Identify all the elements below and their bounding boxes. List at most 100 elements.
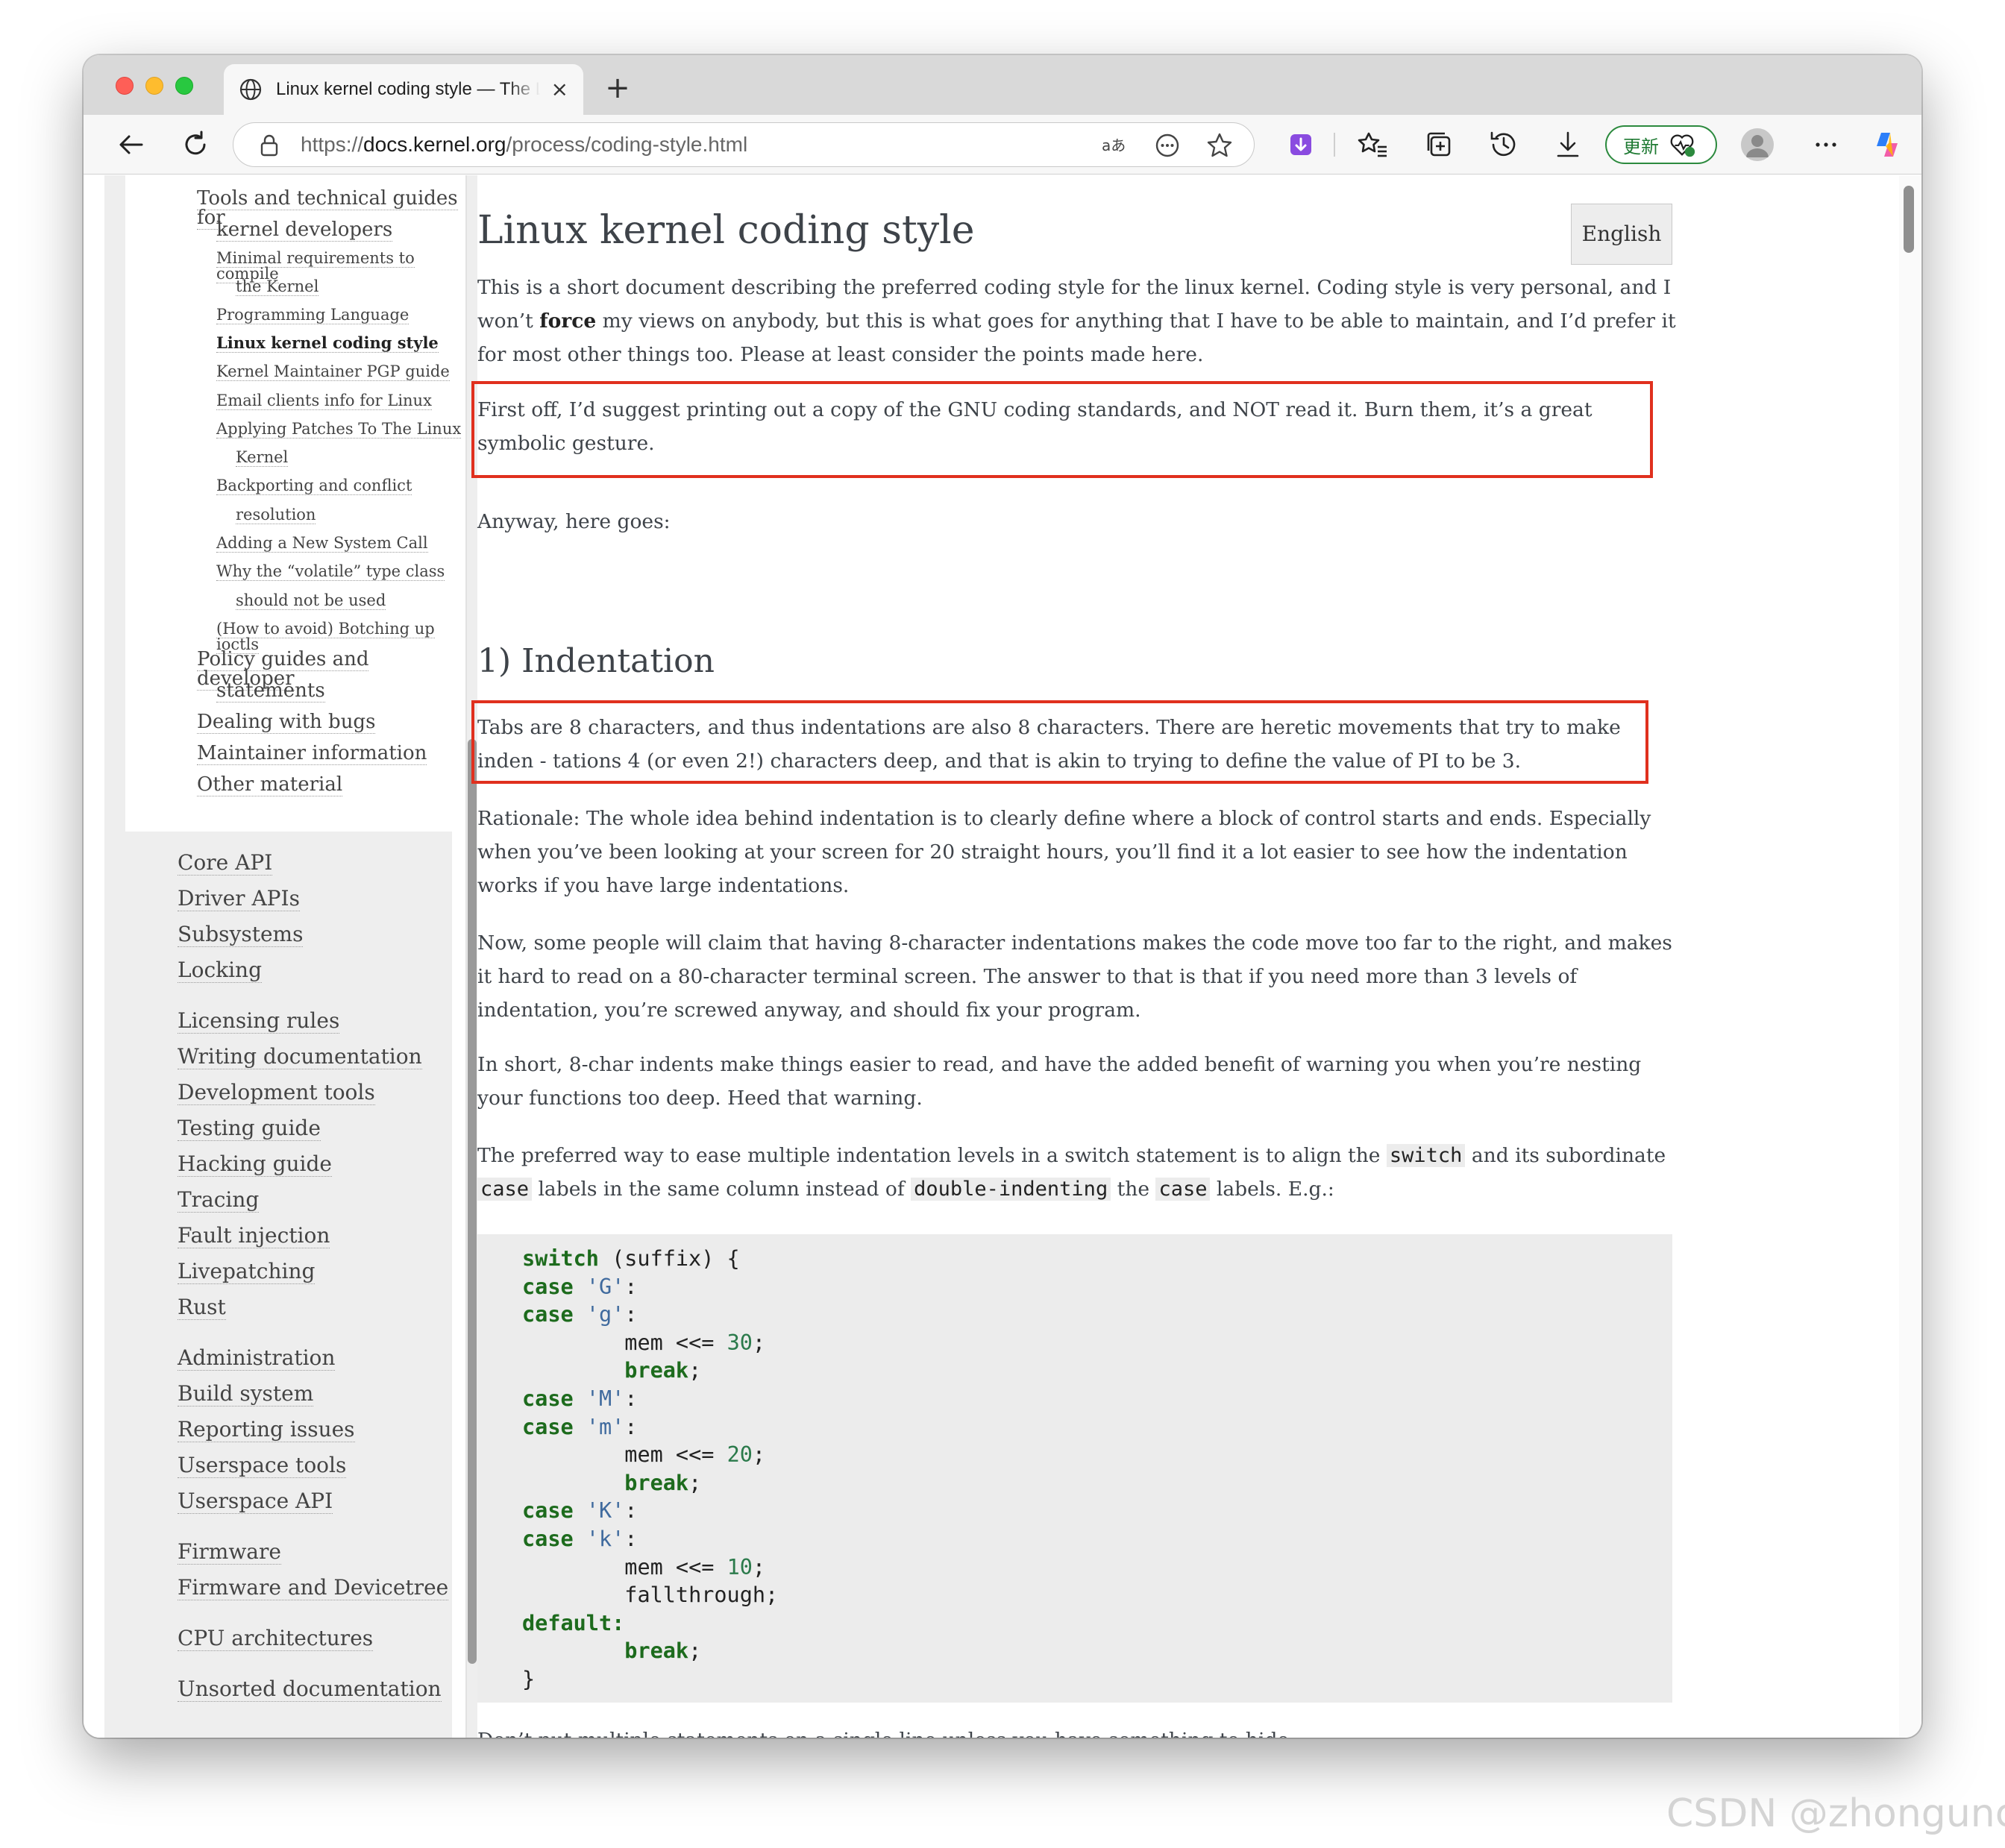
rationale-paragraph: Rationale: The whole idea behind indenta… [477,807,1651,897]
sidebar-item-label: Maintainer information [197,742,427,765]
sidebar-top-item-label: Hacking guide [178,1151,332,1177]
favorite-star-icon[interactable] [1205,131,1234,160]
code-text: mem <<= [624,1554,727,1580]
code-keyword: case [522,1302,574,1327]
translate-icon[interactable]: aあ [1100,131,1130,160]
sidebar-top-item[interactable]: Hacking guide [178,1151,332,1177]
sidebar-item[interactable]: Linux kernel coding style [216,333,439,353]
update-button[interactable]: 更新 [1605,125,1717,164]
reading-options-icon[interactable] [1152,131,1182,160]
anyway-paragraph: Anyway, here goes: [477,510,671,533]
sidebar-top-item[interactable]: Development tools [178,1080,375,1105]
sidebar-item[interactable]: Applying Patches To The Linux [216,420,462,439]
code-text: mem <<= [624,1330,727,1355]
sidebar-top-item[interactable]: Userspace tools [178,1453,347,1478]
code-string: 'G' [586,1274,625,1299]
sidebar-top-item[interactable]: Firmware [178,1539,281,1565]
sidebar-item[interactable]: Maintainer information [197,742,427,765]
code-line: case 'M': [522,1385,1672,1413]
sidebar-item[interactable]: resolution [236,506,316,524]
close-tab-icon[interactable]: × [551,79,568,100]
address-bar[interactable]: https://docs.kernel.org/process/coding-s… [233,122,1255,167]
sidebar-item[interactable]: Adding a New System Call [216,534,428,553]
sidebar-item-label: Kernel Maintainer PGP guide [216,362,450,381]
sidebar-top-item-label: Development tools [178,1080,375,1105]
sidebar-top-item-label: Rust [178,1295,226,1320]
sidebar-top-item[interactable]: Writing documentation [178,1044,422,1069]
code-keyword: : [612,1610,625,1635]
sidebar-top-item[interactable]: Livepatching [178,1259,316,1284]
sidebar-top-item[interactable]: Reporting issues [178,1417,355,1442]
maximize-window-button[interactable] [175,77,193,95]
close-window-button[interactable] [116,77,134,95]
more-options-icon[interactable] [1810,128,1842,161]
code-text: : [624,1526,638,1551]
sidebar-item[interactable]: Why the “volatile” type class [216,562,445,581]
sidebar-item[interactable]: Email clients info for Linux [216,392,432,410]
page-scrollbar[interactable] [1899,175,1921,1738]
sidebar-top-item[interactable]: Administration [178,1345,336,1371]
code-line: case 'k': [522,1525,1672,1553]
sidebar-item[interactable]: Backporting and conflict [216,477,412,495]
sidebar-top-item[interactable]: CPU architectures [178,1626,374,1651]
back-icon[interactable] [115,128,148,161]
browser-window: Linux kernel coding style — The Linux Ke… [84,55,1921,1738]
sidebar-top-item[interactable]: Locking [178,958,263,983]
sidebar-top-item[interactable]: Licensing rules [178,1008,340,1034]
sidebar-top-item[interactable]: Firmware and Devicetree [178,1575,449,1600]
copilot-icon[interactable] [1871,128,1904,161]
sidebar-top-item-label: Testing guide [178,1116,321,1141]
sidebar-top-item-label: CPU architectures [178,1626,374,1651]
code-line: mem <<= 20; [522,1441,1672,1469]
collections-icon[interactable] [1422,128,1455,161]
minimize-window-button[interactable] [145,77,163,95]
page-scrollbar-thumb[interactable] [1904,186,1914,253]
sidebar-item[interactable]: statements [216,679,325,703]
sidebar-top-item[interactable]: Rust [178,1295,226,1320]
favorites-icon[interactable] [1357,128,1390,161]
sidebar-item[interactable]: Kernel [236,448,289,467]
code-keyword: case [522,1386,574,1411]
globe-icon [239,78,262,101]
sidebar-top-item[interactable]: Tracing [178,1187,260,1213]
sidebar-item[interactable]: the Kernel [236,277,319,296]
lock-icon[interactable] [256,132,283,159]
sidebar-top-item[interactable]: Driver APIs [178,886,300,911]
download-icon[interactable] [1551,128,1584,161]
url-prefix: https:// [301,133,364,156]
sidebar-scrollbar-thumb[interactable] [468,739,477,1664]
sidebar-item[interactable]: Programming Language [216,306,410,324]
sidebar-top-item[interactable]: Subsystems [178,922,304,947]
tab-coding-style[interactable]: Linux kernel coding style — The Linux Ke… [224,64,583,115]
sidebar-top-item[interactable]: Unsorted documentation [178,1676,442,1702]
code-line: break; [522,1637,1672,1665]
sidebar-item[interactable]: kernel developers [216,219,393,242]
sidebar-top-item[interactable]: Build system [178,1381,314,1407]
intro-paragraph: This is a short document describing the … [477,271,1678,371]
sidebar-item[interactable]: Other material [197,773,343,796]
extension-icon[interactable] [1284,128,1317,161]
url-text[interactable]: https://docs.kernel.org/process/coding-s… [301,123,747,166]
switch-code-block: switch (suffix) { case 'G': case 'g': me… [477,1234,1672,1703]
sidebar-item-label: Dealing with bugs [197,711,376,734]
sidebar-item-label: kernel developers [216,219,393,242]
reload-icon[interactable] [179,128,212,161]
code-line: break; [522,1357,1672,1385]
code-line: } [522,1665,1672,1694]
history-icon[interactable] [1487,128,1520,161]
code-text: : [624,1498,638,1524]
sidebar-top-item[interactable]: Fault injection [178,1223,330,1248]
code-text: mem <<= [624,1442,727,1468]
sidebar-item-label: should not be used [236,591,386,610]
language-button[interactable]: English [1571,204,1672,265]
new-tab-button[interactable]: + [598,69,637,107]
sidebar-top-item[interactable]: Userspace API [178,1489,333,1514]
profile-avatar[interactable] [1741,128,1774,161]
sidebar-item[interactable]: Dealing with bugs [197,711,376,734]
sidebar-item[interactable]: should not be used [236,591,386,610]
sidebar-item[interactable]: Kernel Maintainer PGP guide [216,362,450,381]
sidebar-item-label: resolution [236,506,316,524]
sidebar-top-item[interactable]: Testing guide [178,1116,321,1141]
code-text: (suffix) { [598,1246,740,1271]
sidebar-top-item[interactable]: Core API [178,850,273,876]
